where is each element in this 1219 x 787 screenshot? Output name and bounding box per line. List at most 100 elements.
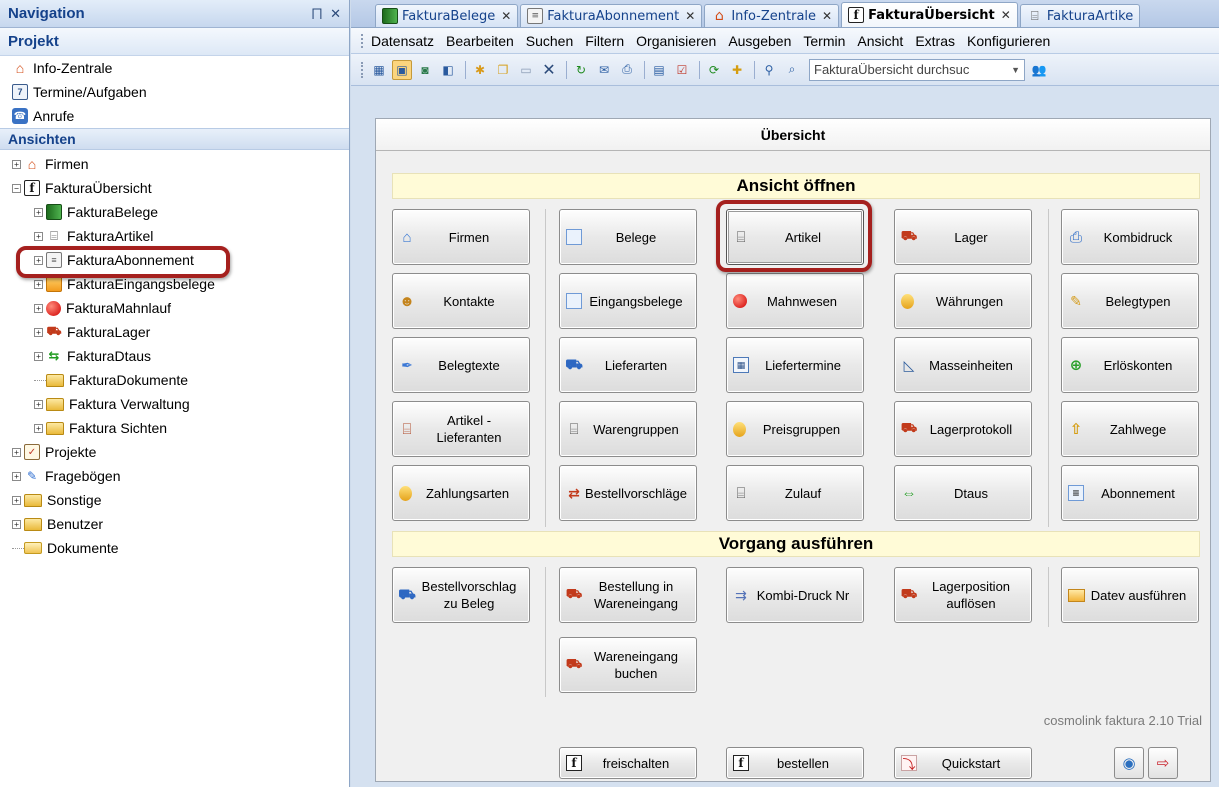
expand-icon[interactable]: + — [34, 279, 43, 289]
button-lagerposition-auflösen[interactable]: ⛟ Lagerposition auflösen — [894, 567, 1032, 623]
expand-icon[interactable]: + — [12, 471, 21, 481]
web-icon[interactable]: ◉ — [1114, 747, 1144, 779]
menu-ansicht[interactable]: Ansicht — [857, 33, 903, 49]
menu-bearbeiten[interactable]: Bearbeiten — [446, 33, 514, 49]
sync-icon[interactable]: ⟳ — [704, 60, 724, 80]
tree-item-faktura-verwaltung[interactable]: + Faktura Verwaltung — [0, 392, 349, 416]
button-belegtexte[interactable]: ✒ Belegtexte — [392, 337, 530, 393]
copy-icon[interactable]: ❐ — [493, 60, 513, 80]
tree-item-fakturaartikel[interactable]: + ⌸ FakturaArtikel — [0, 224, 349, 248]
button-lieferarten[interactable]: ⛟ Lieferarten — [559, 337, 697, 393]
button-lagerprotokoll[interactable]: ⛟ Lagerprotokoll — [894, 401, 1032, 457]
calendar-icon[interactable]: ▤ — [649, 60, 669, 80]
delete-icon[interactable]: ✕ — [539, 60, 559, 80]
button-firmen[interactable]: ⌂ Firmen — [392, 209, 530, 265]
expand-icon[interactable]: + — [34, 231, 43, 241]
menu-ausgeben[interactable]: Ausgeben — [728, 33, 791, 49]
tree-item-fakturamahnlauf[interactable]: + FakturaMahnlauf — [0, 296, 349, 320]
search-advanced-icon[interactable]: ⚲ — [759, 60, 779, 80]
tab-fakturabelege[interactable]: FakturaBelege ✕ — [375, 4, 519, 27]
section-projekt[interactable]: Projekt — [0, 28, 349, 56]
tree-item-fakturadtaus[interactable]: + ⇆ FakturaDtaus — [0, 344, 349, 368]
pin-icon[interactable]: ⨅ — [312, 6, 322, 22]
print-icon[interactable]: ⎙ — [617, 60, 637, 80]
form-view-icon[interactable]: ▣ — [392, 59, 412, 80]
button-preisgruppen[interactable]: Preisgruppen — [726, 401, 864, 457]
page-view-icon[interactable]: ◧ — [438, 60, 458, 80]
button-erlöskonten[interactable]: ⊕ Erlöskonten — [1061, 337, 1199, 393]
exit-icon[interactable]: ⇨ — [1148, 747, 1178, 779]
collapse-icon[interactable]: − — [12, 183, 21, 193]
save-icon[interactable]: ▭ — [516, 60, 536, 80]
tree-item-sonstige[interactable]: + Sonstige — [0, 488, 349, 512]
button-masseinheiten[interactable]: ◺ Masseinheiten — [894, 337, 1032, 393]
grid-view-icon[interactable]: ▦ — [369, 60, 389, 80]
close-icon[interactable]: ✕ — [330, 6, 341, 22]
tree-item-fakturaübersicht[interactable]: − f FakturaÜbersicht — [0, 176, 349, 200]
close-icon[interactable]: ✕ — [822, 9, 832, 23]
tree-item-fragebögen[interactable]: + ✎ Fragebögen — [0, 464, 349, 488]
button-warengruppen[interactable]: ⌸ Warengruppen — [559, 401, 697, 457]
expand-icon[interactable]: + — [12, 159, 21, 169]
expand-icon[interactable]: + — [34, 207, 43, 217]
nav-item-termine[interactable]: 7 Termine/Aufgaben — [0, 80, 349, 104]
button-dtaus[interactable]: ⇔ Dtaus — [894, 465, 1032, 521]
button-bestellvorschlag-zu-beleg[interactable]: ⛟ Bestellvorschlag zu Beleg — [392, 567, 530, 623]
tree-item-fakturabelege[interactable]: + FakturaBelege — [0, 200, 349, 224]
nav-item-anrufe[interactable]: ☎ Anrufe — [0, 104, 349, 128]
menu-filtern[interactable]: Filtern — [585, 33, 624, 49]
close-icon[interactable]: ✕ — [1001, 8, 1011, 22]
tree-item-dokumente[interactable]: Dokumente — [0, 536, 349, 560]
expand-icon[interactable]: + — [12, 447, 21, 457]
close-icon[interactable]: ✕ — [685, 9, 695, 23]
button-belegtypen[interactable]: ✎ Belegtypen — [1061, 273, 1199, 329]
task-icon[interactable]: ☑ — [672, 60, 692, 80]
button-mahnwesen[interactable]: Mahnwesen — [726, 273, 864, 329]
button-belege[interactable]: Belege — [559, 209, 697, 265]
menu-suchen[interactable]: Suchen — [526, 33, 573, 49]
button-bestellen[interactable]: f bestellen — [726, 747, 864, 779]
tree-item-fakturaeingangsbelege[interactable]: + FakturaEingangsbelege — [0, 272, 349, 296]
expand-icon[interactable]: + — [34, 327, 43, 337]
expand-icon[interactable]: + — [34, 423, 43, 433]
button-artikel-lieferanten[interactable]: ⌸ Artikel - Lieferanten — [392, 401, 530, 457]
button-datev-ausführen[interactable]: Datev ausführen — [1061, 567, 1199, 623]
expand-icon[interactable]: + — [34, 399, 43, 409]
card-view-icon[interactable]: ◙ — [415, 60, 435, 80]
menu-organisieren[interactable]: Organisieren — [636, 33, 716, 49]
button-liefertermine[interactable]: ▦ Liefertermine — [726, 337, 864, 393]
expand-icon[interactable]: + — [34, 303, 43, 313]
menu-konfigurieren[interactable]: Konfigurieren — [967, 33, 1050, 49]
expand-icon[interactable]: + — [34, 255, 43, 265]
menu-datensatz[interactable]: Datensatz — [371, 33, 434, 49]
button-eingangsbelege[interactable]: Eingangsbelege — [559, 273, 697, 329]
tab-fakturaartike[interactable]: ⌸ FakturaArtike — [1019, 4, 1141, 27]
mail-icon[interactable]: ✉ — [594, 60, 614, 80]
tab-info-zentrale[interactable]: ⌂ Info-Zentrale ✕ — [704, 4, 840, 27]
menu-extras[interactable]: Extras — [915, 33, 955, 49]
tree-item-fakturalager[interactable]: + ⛟ FakturaLager — [0, 320, 349, 344]
search-input[interactable]: FakturaÜbersicht durchsuc ▼ — [809, 58, 1025, 81]
button-wareneingang-buchen[interactable]: ⛟ Wareneingang buchen — [559, 637, 697, 693]
tree-item-projekte[interactable]: + ✓ Projekte — [0, 440, 349, 464]
expand-icon[interactable]: + — [34, 351, 43, 361]
expand-icon[interactable]: + — [12, 519, 21, 529]
menu-termin[interactable]: Termin — [803, 33, 845, 49]
addon-icon[interactable]: ✚ — [727, 60, 747, 80]
search-icon[interactable]: ⌕ — [782, 60, 802, 80]
button-bestellvorschläge[interactable]: ⇄ Bestellvorschläge — [559, 465, 697, 521]
tab-fakturaabonnement[interactable]: ≡ FakturaAbonnement ✕ — [520, 4, 703, 27]
button-kontakte[interactable]: ☻ Kontakte — [392, 273, 530, 329]
expand-icon[interactable]: + — [12, 495, 21, 505]
button-zahlwege[interactable]: ⇧ Zahlwege — [1061, 401, 1199, 457]
button-währungen[interactable]: Währungen — [894, 273, 1032, 329]
tree-item-benutzer[interactable]: + Benutzer — [0, 512, 349, 536]
button-bestellung-in-wareneingang[interactable]: ⛟ Bestellung in Wareneingang — [559, 567, 697, 623]
button-zahlungsarten[interactable]: Zahlungsarten — [392, 465, 530, 521]
users-icon[interactable]: 👥 — [1029, 60, 1049, 80]
button-artikel[interactable]: ⌸ Artikel — [726, 209, 864, 265]
button-freischalten[interactable]: f freischalten — [559, 747, 697, 779]
tab-fakturaübersicht[interactable]: f FakturaÜbersicht ✕ — [841, 2, 1018, 27]
nav-item-info-zentrale[interactable]: ⌂ Info-Zentrale — [0, 56, 349, 80]
button-lager[interactable]: ⛟ Lager — [894, 209, 1032, 265]
